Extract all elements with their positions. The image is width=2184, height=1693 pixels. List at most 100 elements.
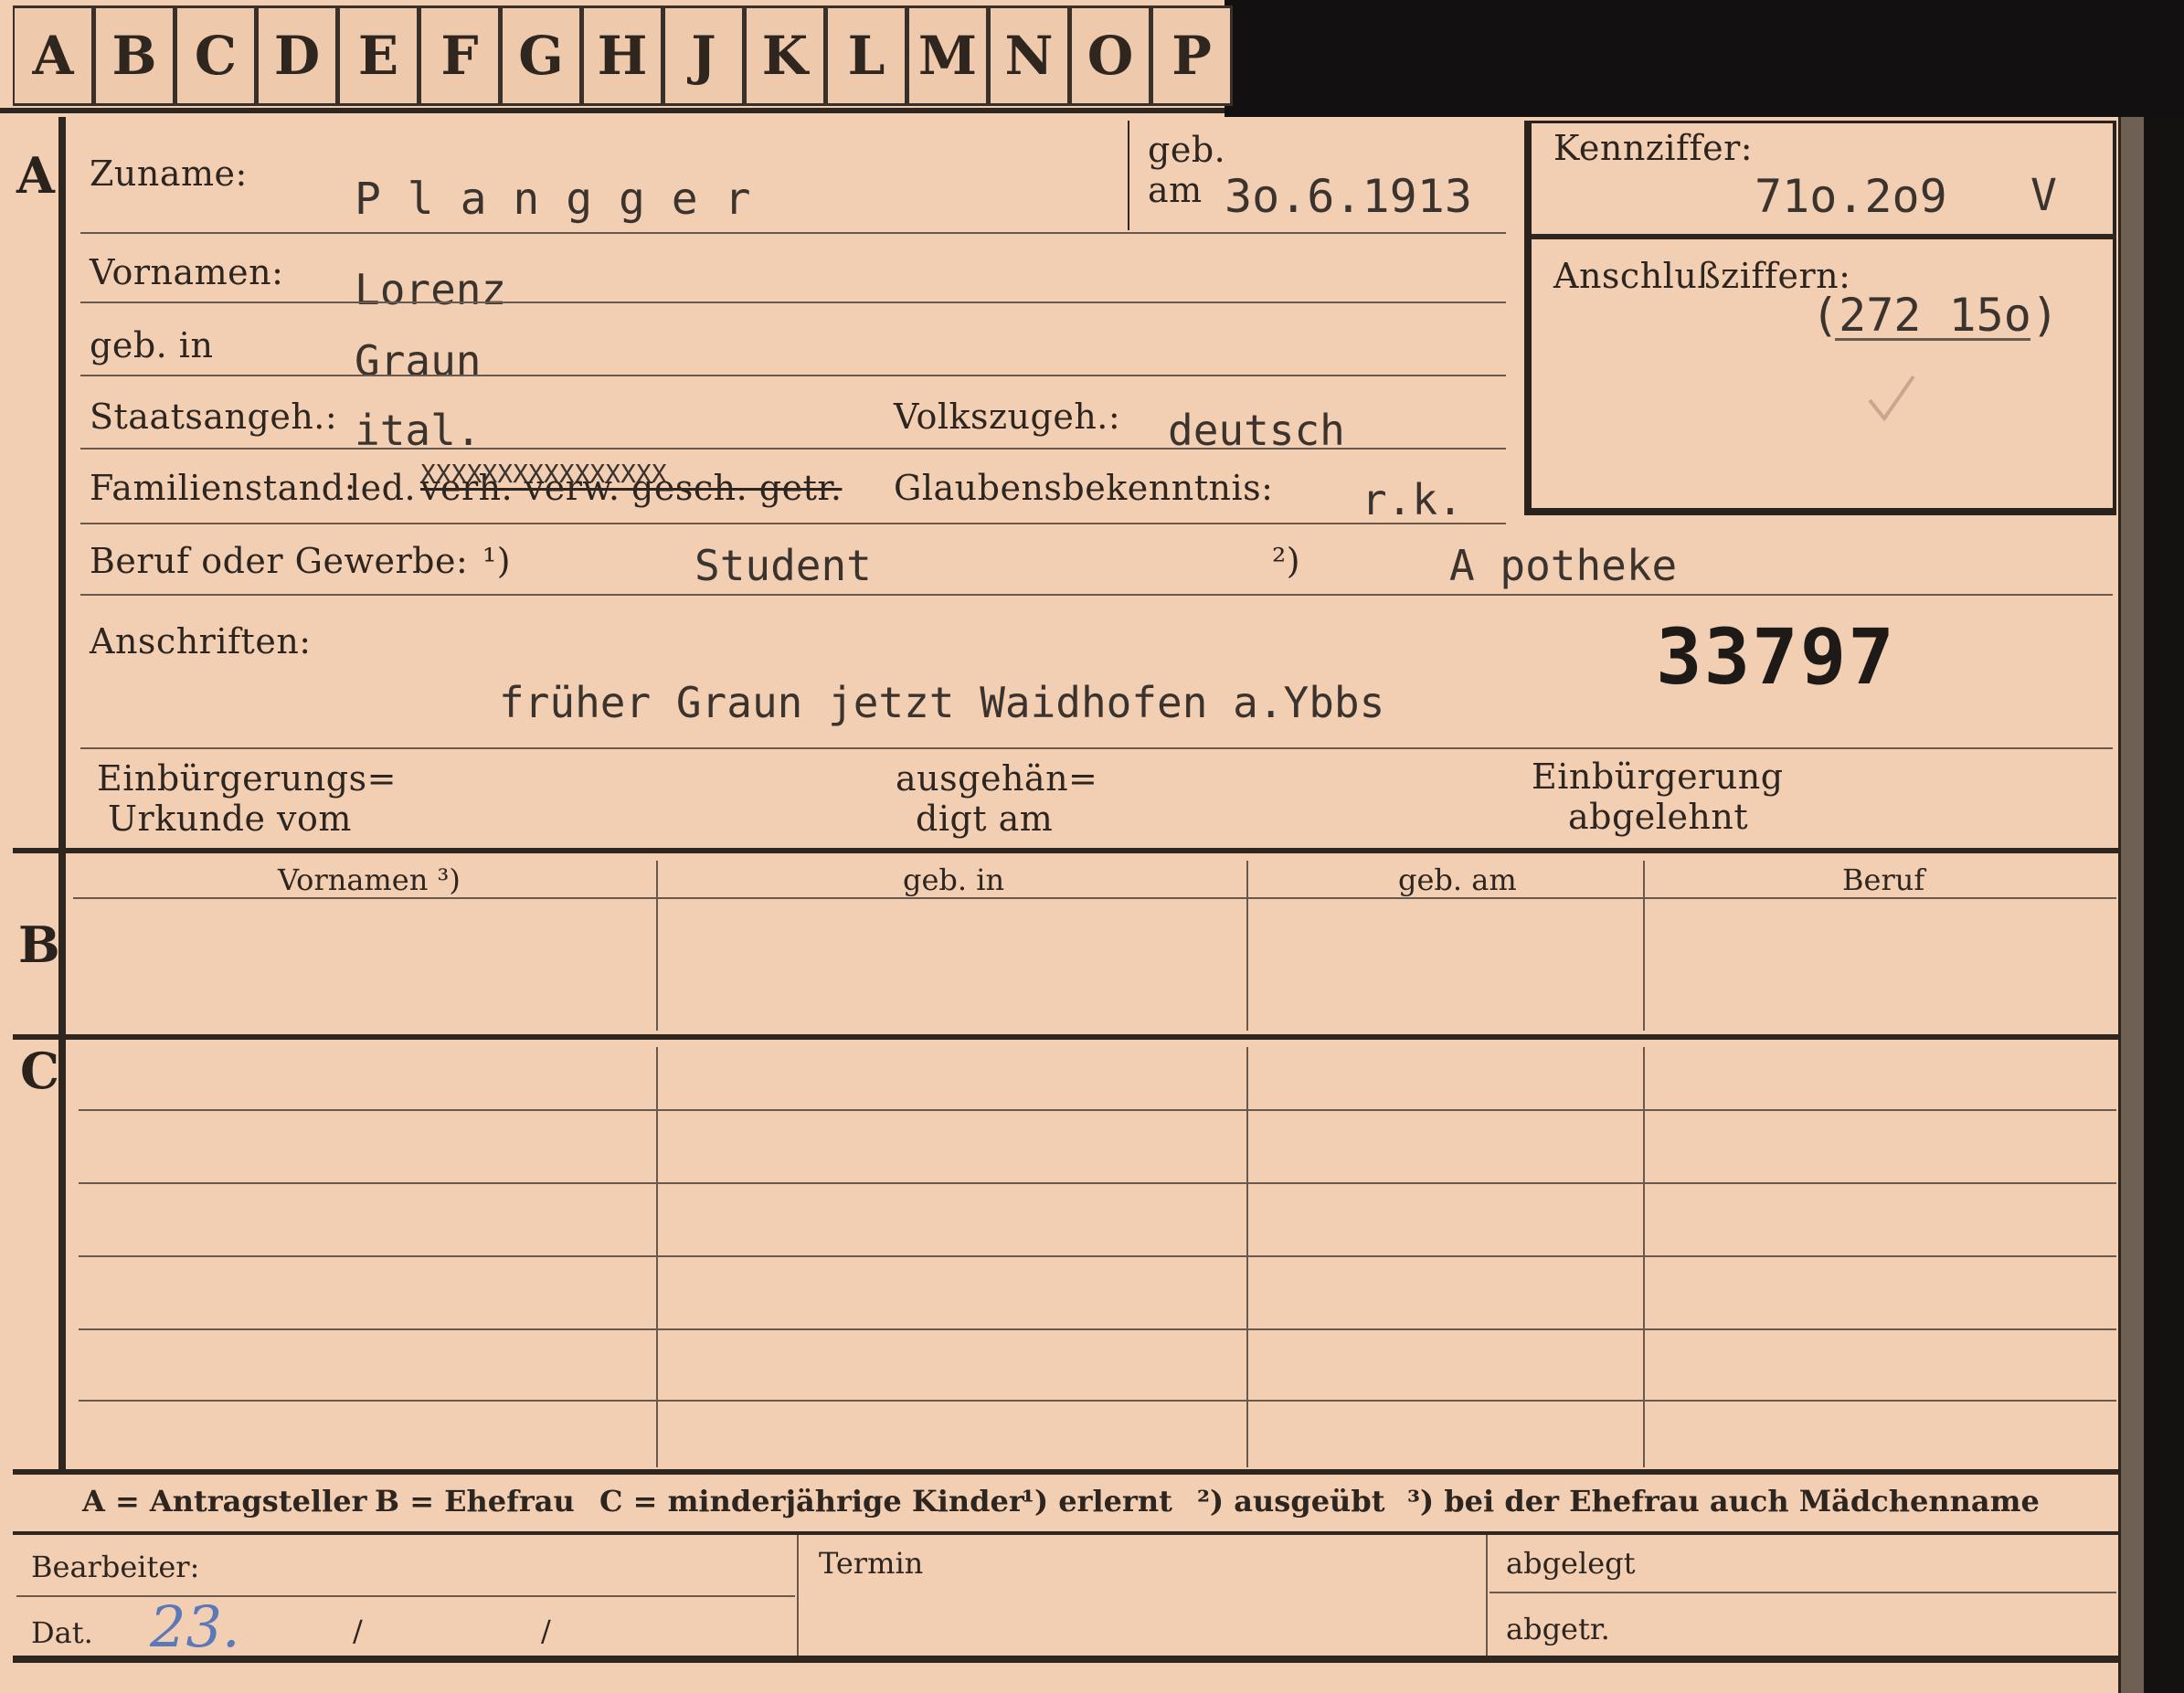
tab-letter-d: D [257, 5, 338, 106]
section-c-left-rule [58, 1040, 66, 1469]
beruf-value-2: A potheke [1449, 541, 1678, 590]
legend-note-1: ¹) erlernt [1022, 1484, 1172, 1518]
tab-letter-p: P [1151, 5, 1233, 106]
vornamen-value: Lorenz [355, 265, 507, 314]
legend-bottom-rule [13, 1531, 2118, 1535]
section-a-marker: A [16, 146, 55, 205]
beruf-value-1: Student [694, 541, 872, 590]
footer-col-rule-1 [797, 1535, 799, 1657]
check-mark-icon [1868, 375, 1915, 422]
tab-letter-h: H [582, 5, 663, 106]
staatsangeh-underline [80, 448, 1506, 450]
geb-in-underline [80, 375, 1506, 376]
section-b-col-rule-3 [1643, 861, 1645, 1031]
einb-abgelehnt-label: Einbürgerung [1532, 757, 1784, 797]
tab-letter-l: L [826, 5, 907, 106]
section-b-left-rule [58, 853, 66, 1036]
section-b-col-rule-2 [1246, 861, 1248, 1031]
anschluss-underline [1835, 338, 2030, 341]
glauben-label: Glaubensbekenntnis: [894, 468, 1274, 508]
tab-letter-m: M [907, 5, 989, 106]
footer-col-rule-2 [1486, 1535, 1488, 1657]
kennziffer-rule [1532, 234, 2116, 239]
tab-letter-n: N [989, 5, 1070, 106]
termin-label: Termin [819, 1546, 924, 1581]
bearbeiter-label: Bearbeiter: [31, 1550, 200, 1584]
familienstand-overtype: XXXXXXXXXXXXXXXX [420, 459, 667, 489]
beruf-label: Beruf oder Gewerbe: [90, 541, 469, 581]
beruf-underline [80, 594, 2113, 596]
section-c-marker: C [20, 1042, 59, 1100]
section-a-bottom-rule [13, 848, 2118, 853]
kennziffer-label: Kennziffer: [1553, 128, 1754, 168]
legend-note-3: ³) bei der Ehefrau auch Mädchenname [1407, 1484, 2040, 1518]
col-vornamen: Vornamen ³) [278, 862, 461, 897]
abgelegt-label: abgelegt [1506, 1546, 1636, 1581]
card-bottom-rule [13, 1656, 2118, 1663]
col-geb-in: geb. in [903, 862, 1005, 897]
familienstand-label: Familienstand: [90, 468, 356, 508]
alphabet-tabs: ABCDEFGHJKLMNOP [13, 5, 1233, 106]
section-c-row-rule-2 [79, 1182, 2116, 1184]
section-c-row-rule-1 [79, 1109, 2116, 1111]
glauben-value: r.k. [1362, 475, 1463, 524]
tab-letter-f: F [419, 5, 501, 106]
anschluss-label: Anschlußziffern: [1553, 256, 1851, 296]
tab-letter-a: A [13, 5, 94, 106]
section-b-marker: B [18, 915, 60, 974]
section-c-row-rule-5 [79, 1400, 2116, 1402]
beruf-mark-2: ²) [1272, 541, 1301, 581]
einb-urkunde-label-2: Urkunde vom [108, 799, 352, 839]
zuname-divider [1128, 121, 1129, 230]
beruf-mark-1: ¹) [482, 541, 512, 581]
zuname-label: Zuname: [90, 153, 248, 194]
dat-handwritten: 23. [150, 1593, 240, 1660]
section-a-left-rule [58, 117, 66, 848]
section-b-bottom-rule [13, 1034, 2118, 1040]
vornamen-label: Vornamen: [90, 252, 284, 292]
volkszugeh-label: Volkszugeh.: [894, 397, 1121, 437]
tab-letter-k: K [745, 5, 826, 106]
kennziffer-suffix: V [2030, 170, 2057, 221]
tab-letter-g: G [501, 5, 582, 106]
kennziffer-value: 71o.2o9 [1755, 170, 1947, 223]
vornamen-underline [80, 302, 1506, 303]
legend-b: B = Ehefrau [375, 1484, 575, 1518]
tab-letter-c: C [175, 5, 257, 106]
stamp-number: 33797 [1656, 612, 1896, 702]
zuname-value: P l a n g g e r [355, 174, 751, 225]
tabs-rule [0, 108, 1225, 113]
anschriften-label: Anschriften: [90, 621, 312, 661]
legend-a: A = Antragsteller [82, 1484, 367, 1518]
geb-in-label: geb. in [90, 325, 214, 365]
anschluss-value: (272 15o) [1811, 289, 2059, 342]
legend-c: C = minderjährige Kinder [599, 1484, 1024, 1518]
dat-label: Dat. [31, 1615, 93, 1650]
abgelegt-underline [1490, 1592, 2116, 1593]
zuname-underline [80, 232, 1506, 234]
col-geb-am: geb. am [1398, 862, 1517, 897]
anschriften-value: früher Graun jetzt Waidhofen a.Ybbs [499, 678, 1385, 727]
col-beruf: Beruf [1842, 862, 1925, 897]
einb-urkunde-label: Einbürgerungs= [97, 758, 397, 799]
section-c-bottom-rule [13, 1469, 2118, 1475]
ausgehaen-label-2: digt am [916, 799, 1054, 839]
tab-letter-b: B [94, 5, 175, 106]
section-b-col-rule-1 [656, 861, 658, 1031]
section-c-row-rule-3 [79, 1255, 2116, 1257]
dat-slash-1: / [353, 1614, 363, 1648]
card-right-edge [2118, 117, 2144, 1693]
geb-am-value: 3o.6.1913 [1225, 170, 1472, 223]
tab-letter-e: E [338, 5, 419, 106]
einb-abgelehnt-label-2: abgelehnt [1568, 797, 1749, 837]
section-c-row-rule-4 [79, 1328, 2116, 1330]
staatsangeh-label: Staatsangeh.: [90, 397, 338, 437]
tab-letter-j: J [663, 5, 745, 106]
scan-background [1225, 0, 2184, 117]
geb-in-value: Graun [355, 336, 482, 386]
legend-note-2: ²) ausgeübt [1197, 1484, 1385, 1518]
am-label: am [1148, 170, 1203, 210]
familienstand-underline [80, 523, 1506, 524]
familienstand-led: led. [349, 468, 417, 508]
geb-label: geb. [1148, 130, 1226, 170]
